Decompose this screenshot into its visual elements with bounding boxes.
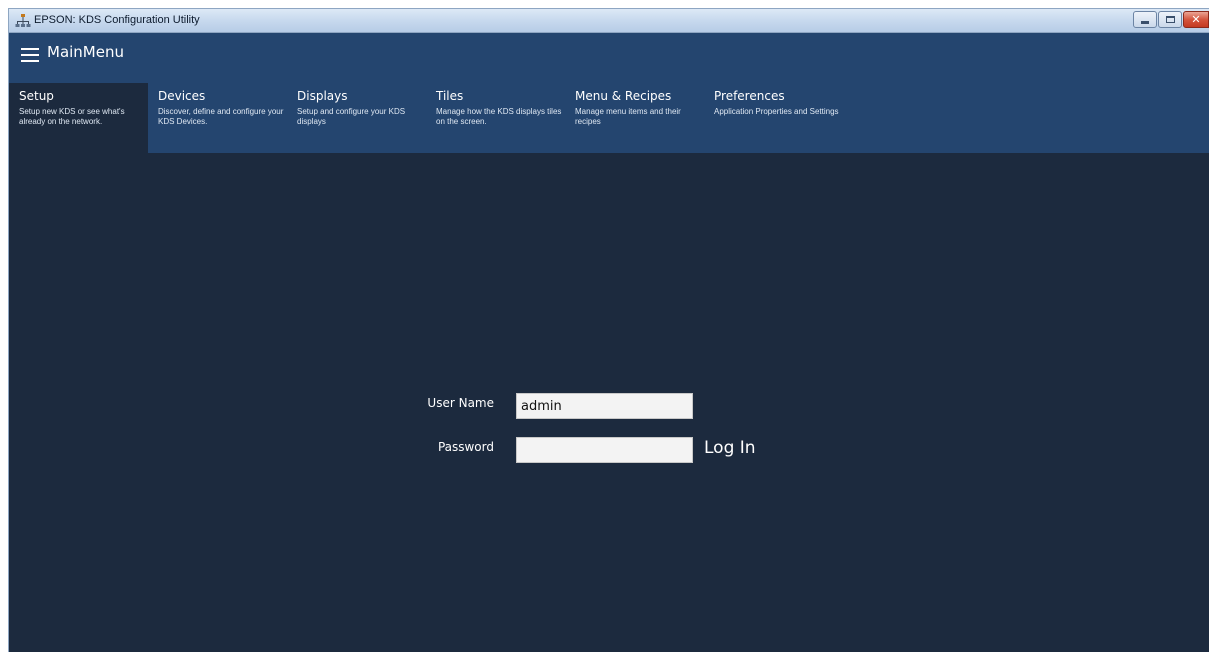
title-bar[interactable]: EPSON: KDS Configuration Utility ✕ bbox=[9, 9, 1209, 33]
main-menu-title[interactable]: MainMenu bbox=[47, 43, 124, 61]
nav-item-description: Setup and configure your KDS displays bbox=[297, 107, 406, 126]
password-label: Password bbox=[437, 440, 494, 454]
nav-item-title: Devices bbox=[158, 89, 206, 103]
window-controls: ✕ bbox=[1132, 11, 1209, 29]
nav-item-devices[interactable]: Devices Discover, define and configure y… bbox=[148, 83, 287, 153]
network-icon bbox=[15, 14, 31, 27]
nav-item-title: Displays bbox=[297, 89, 348, 103]
nav-item-description: Application Properties and Settings bbox=[714, 107, 839, 116]
minimize-icon bbox=[1141, 20, 1149, 24]
maximize-button[interactable] bbox=[1158, 11, 1182, 28]
app-window: EPSON: KDS Configuration Utility ✕ MainM… bbox=[8, 8, 1209, 652]
window-title: EPSON: KDS Configuration Utility bbox=[34, 14, 200, 26]
nav-item-setup[interactable]: Setup Setup new KDS or see what's alread… bbox=[9, 83, 148, 153]
close-icon: ✕ bbox=[1191, 13, 1201, 26]
close-button[interactable]: ✕ bbox=[1183, 11, 1209, 28]
nav-item-title: Setup bbox=[19, 89, 54, 103]
app-header: MainMenu bbox=[9, 33, 1209, 83]
main-navigation: Setup Setup new KDS or see what's alread… bbox=[9, 83, 1209, 153]
username-input[interactable] bbox=[516, 393, 693, 419]
nav-item-description: Manage how the KDS displays tiles on the… bbox=[436, 107, 562, 126]
login-form: User Name Password Log In bbox=[9, 153, 1209, 652]
nav-item-displays[interactable]: Displays Setup and configure your KDS di… bbox=[287, 83, 426, 153]
nav-item-title: Menu & Recipes bbox=[575, 89, 672, 103]
nav-item-tiles[interactable]: Tiles Manage how the KDS displays tiles … bbox=[426, 83, 565, 153]
nav-item-description: Manage menu items and their recipes bbox=[575, 107, 681, 126]
nav-item-title: Tiles bbox=[436, 89, 464, 103]
login-button[interactable]: Log In bbox=[704, 438, 756, 458]
nav-item-description: Discover, define and configure your KDS … bbox=[158, 107, 284, 126]
maximize-icon bbox=[1165, 16, 1175, 23]
nav-item-preferences[interactable]: Preferences Application Properties and S… bbox=[704, 83, 843, 153]
nav-item-title: Preferences bbox=[714, 89, 785, 103]
hamburger-menu-icon[interactable] bbox=[21, 48, 39, 62]
username-label: User Name bbox=[427, 396, 494, 410]
minimize-button[interactable] bbox=[1133, 11, 1157, 28]
nav-item-description: Setup new KDS or see what's already on t… bbox=[19, 107, 125, 126]
password-input[interactable] bbox=[516, 437, 693, 463]
nav-item-menu-recipes[interactable]: Menu & Recipes Manage menu items and the… bbox=[565, 83, 704, 153]
